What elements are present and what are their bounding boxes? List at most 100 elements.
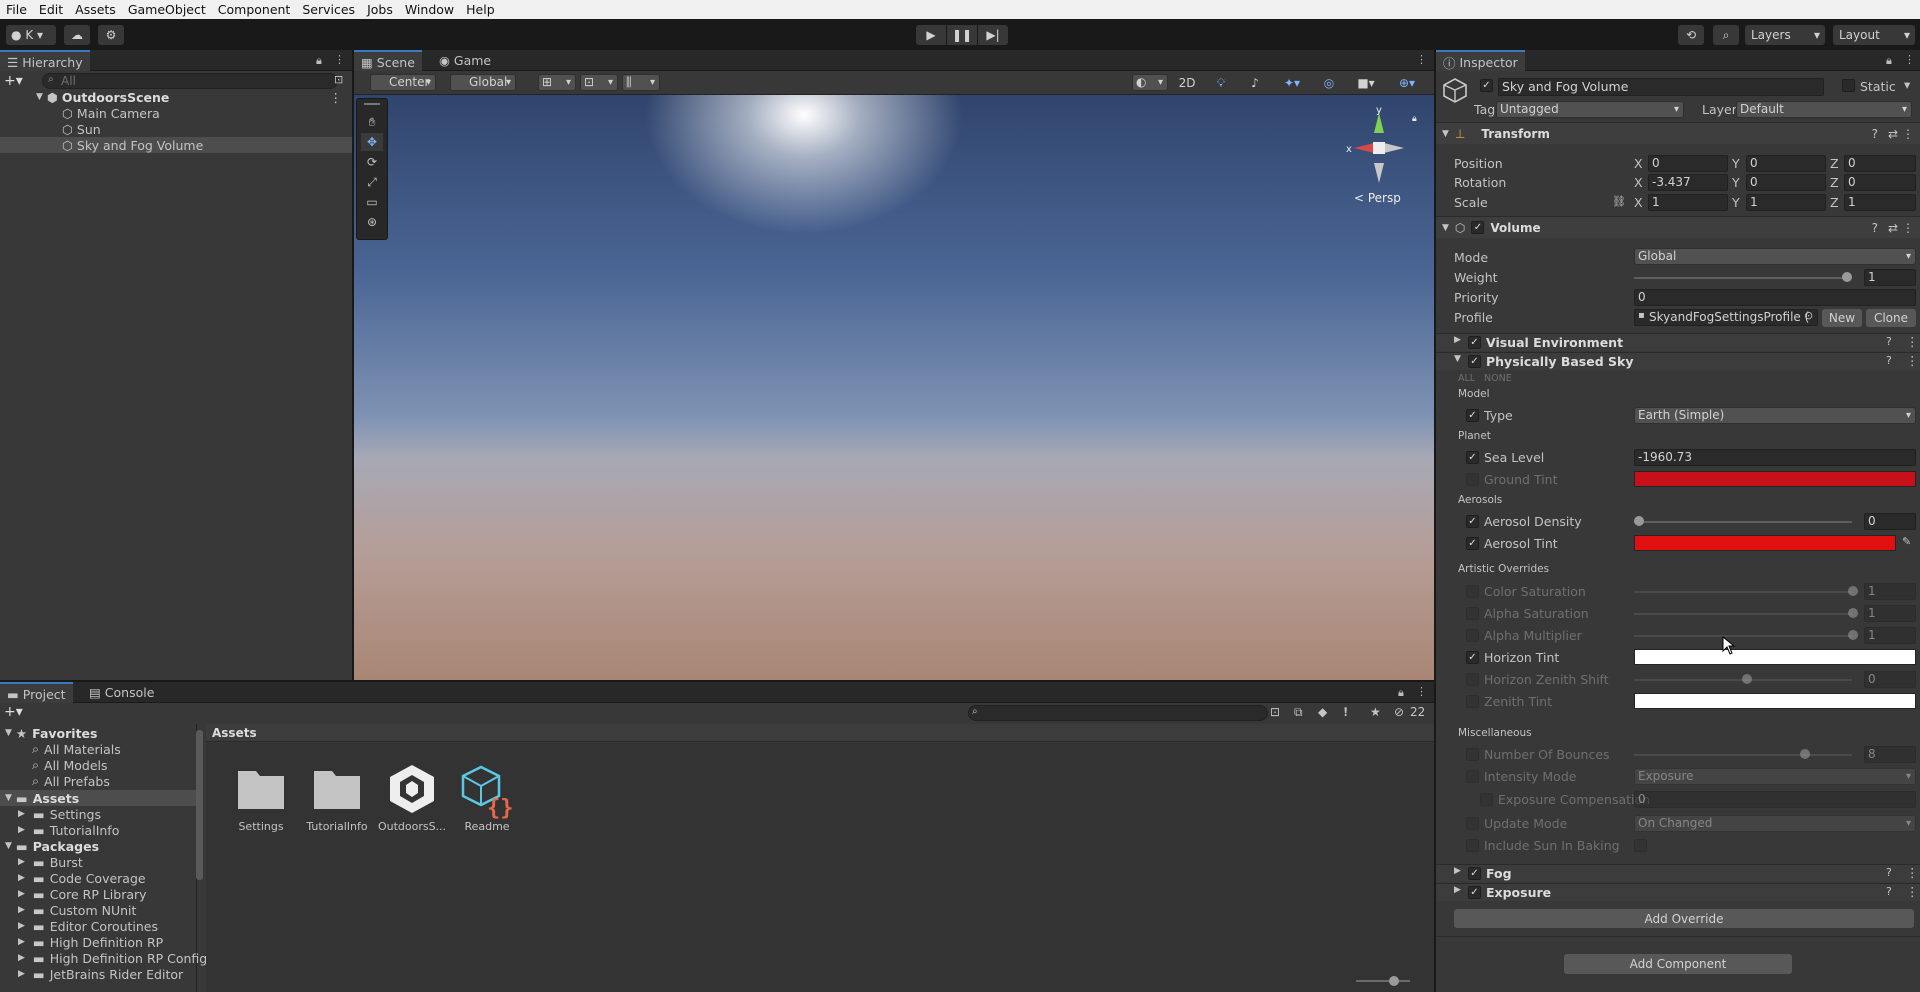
package-item[interactable]: ▶ ▬ High Definition RP: [0, 934, 163, 950]
tab-game[interactable]: ◉ Game: [432, 50, 498, 71]
folder-item[interactable]: ▶ ▬ Settings: [0, 806, 101, 822]
none-toggle-link[interactable]: NONE: [1484, 373, 1512, 384]
more-icon[interactable]: ⋮: [1416, 685, 1427, 698]
static-toggle[interactable]: [1842, 79, 1855, 92]
color-saturation-field[interactable]: 1: [1864, 583, 1916, 600]
menu-help[interactable]: Help: [460, 2, 501, 17]
object-name-field[interactable]: Sky and Fog Volume: [1498, 78, 1824, 96]
mode-dropdown[interactable]: Global: [1634, 248, 1916, 265]
sea-level-field[interactable]: -1960.73: [1634, 449, 1916, 466]
physically-based-sky-header[interactable]: ▼ ✓ Physically Based Sky ? ⋮: [1436, 352, 1920, 370]
package-item[interactable]: ▶ ▬ Custom NUnit: [0, 902, 136, 918]
slider-knob[interactable]: [1848, 608, 1858, 618]
exposure-header[interactable]: ▶ ✓ Exposure ? ⋮: [1436, 883, 1920, 901]
asset-item[interactable]: Settings: [226, 763, 296, 833]
help-icon[interactable]: ?: [1886, 354, 1892, 367]
profile-field[interactable]: SkyandFogSettingsProfile (: [1634, 309, 1818, 326]
position-y-field[interactable]: 0: [1746, 155, 1826, 172]
update-mode-override-toggle[interactable]: [1466, 817, 1479, 830]
include-sun-checkbox[interactable]: [1634, 839, 1647, 852]
aerosol-density-field[interactable]: 0: [1864, 513, 1916, 530]
component-more-icon[interactable]: ⋮: [1902, 221, 1914, 235]
mode-2d-button[interactable]: 2D: [1172, 74, 1202, 92]
static-dropdown-icon[interactable]: ▾: [1904, 77, 1910, 92]
package-item[interactable]: ▶ ▬ Code Coverage: [0, 870, 146, 886]
projection-label[interactable]: < Persp: [1354, 191, 1401, 205]
override-toggle[interactable]: ✓: [1468, 867, 1481, 880]
asset-item[interactable]: {} Readme: [452, 763, 522, 833]
layer-dropdown[interactable]: Default: [1736, 101, 1912, 118]
fog-header[interactable]: ▶ ✓ Fog ? ⋮: [1436, 864, 1920, 882]
move-tool-icon[interactable]: ✥: [361, 133, 383, 151]
ground-tint-override-toggle[interactable]: [1466, 473, 1479, 486]
search-by-type-icon[interactable]: ⊡: [1270, 705, 1280, 719]
hierarchy-item[interactable]: ⬡ Main Camera: [0, 105, 352, 121]
constrain-proportions-icon[interactable]: ⛓︎: [1612, 195, 1626, 208]
lock-icon[interactable]: 🔒︎: [1886, 54, 1892, 68]
volume-header[interactable]: ▼ ⬡ ✓ Volume ? ⇄ ⋮: [1436, 216, 1920, 238]
all-toggle-link[interactable]: ALL: [1458, 373, 1475, 384]
horizon-tint-color-field[interactable]: [1634, 649, 1916, 665]
zenith-tint-override-toggle[interactable]: [1466, 695, 1479, 708]
layout-dropdown[interactable]: Layout ▾: [1833, 25, 1915, 45]
package-item[interactable]: ▶ ▬ Editor Coroutines: [0, 918, 158, 934]
cloud-icon[interactable]: ☁: [64, 25, 90, 45]
aerosol-density-slider-knob[interactable]: [1634, 516, 1644, 526]
gizmos-icon[interactable]: ⊕▾: [1388, 74, 1426, 92]
more-icon[interactable]: ⋮: [334, 53, 345, 66]
add-icon[interactable]: +▾: [4, 73, 23, 89]
aerosol-density-override-toggle[interactable]: ✓: [1466, 515, 1479, 528]
packages-row[interactable]: ▼ ▬ Packages: [0, 838, 197, 854]
tag-dropdown[interactable]: Untagged: [1496, 101, 1684, 118]
grid-icon[interactable]: ⊞: [538, 74, 576, 91]
include-sun-override-toggle[interactable]: [1466, 839, 1479, 852]
more-icon[interactable]: ⋮: [1416, 53, 1427, 66]
menu-gameobject[interactable]: GameObject: [122, 2, 212, 17]
active-toggle[interactable]: ✓: [1480, 79, 1493, 92]
override-toggle[interactable]: ✓: [1468, 886, 1481, 899]
step-button[interactable]: ▶|: [978, 25, 1008, 45]
bounces-slider[interactable]: [1634, 754, 1852, 756]
object-picker-icon[interactable]: ⊙: [1804, 309, 1813, 322]
hierarchy-item[interactable]: ⬡ Sun: [0, 121, 352, 137]
add-override-button[interactable]: Add Override: [1454, 909, 1914, 928]
account-dropdown[interactable]: ● K ▾: [6, 25, 56, 45]
visual-environment-header[interactable]: ▶ ✓ Visual Environment ? ⋮: [1436, 333, 1920, 351]
transform-tool-icon[interactable]: ⊛: [361, 213, 383, 231]
menu-edit[interactable]: Edit: [33, 2, 69, 17]
scene-row[interactable]: ▼ ⬢ OutdoorsScene ⋮: [0, 89, 352, 105]
alpha-multiplier-override-toggle[interactable]: [1466, 629, 1479, 642]
ground-tint-color-field[interactable]: [1634, 471, 1916, 487]
intensity-mode-override-toggle[interactable]: [1466, 770, 1479, 783]
zoom-slider-knob[interactable]: [1389, 976, 1399, 986]
color-saturation-override-toggle[interactable]: [1466, 585, 1479, 598]
clone-profile-button[interactable]: Clone: [1866, 309, 1916, 327]
warning-icon[interactable]: ❗︎: [1344, 705, 1347, 720]
hand-tool-icon[interactable]: ✋︎: [361, 113, 383, 131]
pivot-dropdown[interactable]: Center: [370, 74, 436, 91]
package-item[interactable]: ▶ ▬ JetBrains Rider Editor: [0, 966, 183, 982]
history-icon[interactable]: ⟲: [1678, 25, 1704, 45]
type-dropdown[interactable]: Earth (Simple): [1634, 407, 1916, 424]
menu-assets[interactable]: Assets: [69, 2, 122, 17]
bounces-field[interactable]: 8: [1864, 746, 1916, 763]
pause-button[interactable]: ❚❚: [947, 25, 977, 45]
volume-enabled-toggle[interactable]: ✓: [1471, 221, 1485, 234]
override-more-icon[interactable]: ⋮: [1906, 865, 1919, 880]
tab-console[interactable]: ▤ Console: [82, 682, 161, 703]
aerosol-density-slider[interactable]: [1634, 521, 1852, 523]
hidden-packages-icon[interactable]: ⊘: [1394, 705, 1404, 719]
position-x-field[interactable]: 0: [1648, 155, 1728, 172]
preset-icon[interactable]: ⇄: [1888, 221, 1898, 235]
priority-field[interactable]: 0: [1634, 289, 1916, 306]
tab-hierarchy[interactable]: ☰ Hierarchy: [0, 50, 90, 72]
color-saturation-slider[interactable]: [1634, 591, 1852, 593]
tab-scene[interactable]: ▦ Scene: [354, 50, 422, 72]
weight-field[interactable]: 1: [1864, 269, 1916, 286]
sea-level-override-toggle[interactable]: ✓: [1466, 451, 1479, 464]
expand-icon[interactable]: ▼: [36, 92, 43, 102]
layers-dropdown[interactable]: Layers ▾: [1745, 25, 1825, 45]
project-search-input[interactable]: [968, 705, 1268, 721]
zoom-slider[interactable]: [1356, 980, 1410, 982]
favorite-item[interactable]: ⌕ All Models: [0, 757, 108, 773]
